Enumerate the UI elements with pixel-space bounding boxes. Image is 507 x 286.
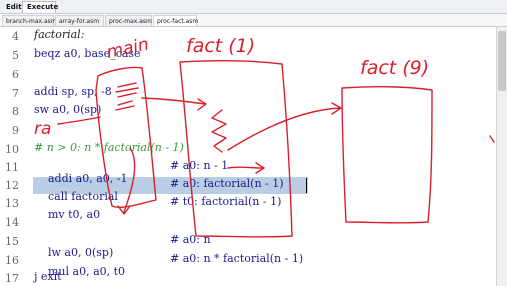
file-tab-proc-max[interactable]: proc-max.asm	[105, 15, 152, 26]
code-line: mv t0, a0	[34, 195, 100, 221]
line-number: 9	[12, 124, 19, 137]
text-caret	[306, 178, 307, 193]
main-tab-bar: Edit Execute	[0, 0, 507, 14]
vertical-scrollbar[interactable]	[496, 27, 507, 286]
line-number: 12	[5, 179, 19, 192]
code-line-current: call factorial	[34, 177, 118, 203]
line-number: 5	[12, 49, 19, 62]
file-tab-branch-max[interactable]: branch-max.asm	[2, 15, 57, 26]
file-tab-proc-fact[interactable]: proc-fact.asm	[153, 15, 198, 26]
code-line: addi a0, a0, -1	[34, 159, 127, 185]
code-line: mul a0, a0, t0	[34, 252, 125, 278]
code-comment: # a0: factorial(n - 1)	[170, 177, 284, 190]
line-number: 14	[5, 216, 19, 229]
code-comment: # a0: n - 1	[170, 159, 229, 172]
scrollbar-thumb[interactable]	[498, 31, 506, 91]
code-comment: # a0: n	[170, 233, 211, 246]
file-tab-bar: branch-max.asm array-for.asm proc-max.as…	[0, 14, 507, 27]
line-number: 10	[5, 143, 19, 156]
code-comment: # a0: n * factorial(n - 1)	[170, 252, 304, 265]
tab-edit[interactable]: Edit	[2, 1, 22, 13]
code-line: sw a0, 0(sp)	[34, 103, 102, 116]
file-tab-array-for[interactable]: array-for.asm	[55, 15, 104, 26]
code-line: lw a0, 0(sp)	[34, 233, 113, 259]
code-line: j exit	[34, 270, 62, 283]
line-number: 13	[5, 197, 19, 210]
code-line: beqz a0, base_case	[34, 47, 141, 60]
line-number: 6	[12, 68, 19, 81]
code-instruction: mv t0, a0	[48, 208, 101, 221]
line-number: 11	[5, 161, 19, 174]
line-number: 15	[5, 235, 19, 248]
code-line: factorial:	[34, 28, 85, 41]
line-number: 17	[5, 272, 19, 285]
line-number: 7	[12, 87, 19, 100]
line-number-gutter: 4 5 6 7 8 9 10 11 12 13 14 15 16 17	[0, 27, 24, 286]
code-comment-line: # n > 0: n * factorial(n - 1)	[34, 141, 184, 154]
code-line: addi sp, sp, -8	[34, 85, 112, 98]
line-number: 8	[12, 105, 19, 118]
line-number: 16	[5, 254, 19, 267]
line-number: 4	[12, 30, 19, 43]
tab-execute[interactable]: Execute	[22, 1, 58, 13]
code-comment: # t0: factorial(n - 1)	[170, 195, 282, 208]
code-editor[interactable]: 4 5 6 7 8 9 10 11 12 13 14 15 16 17 fact…	[0, 27, 496, 286]
